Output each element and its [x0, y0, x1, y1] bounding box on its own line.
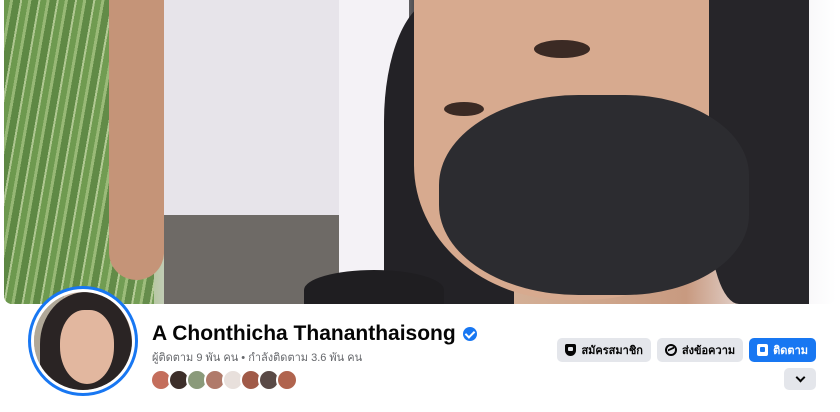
- cover-hat: [304, 270, 444, 304]
- profile-picture-ring[interactable]: [28, 286, 138, 396]
- profile-page: A Chonthicha Thananthaisong ผู้ติดตาม 9 …: [0, 0, 840, 412]
- profile-name: A Chonthicha Thananthaisong: [152, 322, 456, 345]
- subscribe-label: สมัครสมาชิก: [581, 345, 643, 357]
- chevron-down-icon: [795, 372, 805, 383]
- cover-person-arm: [109, 0, 164, 280]
- follow-button[interactable]: ติดตาม: [749, 338, 816, 362]
- follow-stats: ผู้ติดตาม 9 พัน คน • กำลังติดตาม 3.6 พัน…: [152, 348, 362, 366]
- stats-separator: •: [238, 352, 249, 364]
- followers-count[interactable]: ผู้ติดตาม 9 พัน คน: [152, 352, 238, 364]
- shield-icon: [565, 344, 577, 356]
- subscribe-button[interactable]: สมัครสมาชิก: [557, 338, 651, 362]
- follow-icon: [757, 344, 769, 356]
- message-button[interactable]: ส่งข้อความ: [656, 338, 744, 362]
- avatar-face: [60, 310, 114, 384]
- friend-avatar[interactable]: [276, 369, 298, 391]
- messenger-icon: [664, 344, 677, 356]
- profile-picture[interactable]: [31, 289, 135, 393]
- message-label: ส่งข้อความ: [681, 345, 736, 357]
- cover-face-mask: [439, 95, 749, 295]
- cover-eye: [534, 40, 590, 58]
- profile-actions: สมัครสมาชิก ส่งข้อความ ติดตาม: [557, 338, 816, 362]
- cover-eye: [444, 102, 484, 116]
- friend-avatars: [150, 369, 298, 391]
- cover-photo[interactable]: [4, 0, 836, 304]
- cover-person-left: [154, 0, 354, 230]
- following-count[interactable]: กำลังติดตาม 3.6 พัน คน: [248, 352, 362, 364]
- more-options-button[interactable]: [784, 368, 816, 390]
- profile-name-row: A Chonthicha Thananthaisong: [152, 322, 477, 346]
- verified-badge-icon[interactable]: [462, 327, 477, 341]
- follow-label: ติดตาม: [773, 345, 808, 357]
